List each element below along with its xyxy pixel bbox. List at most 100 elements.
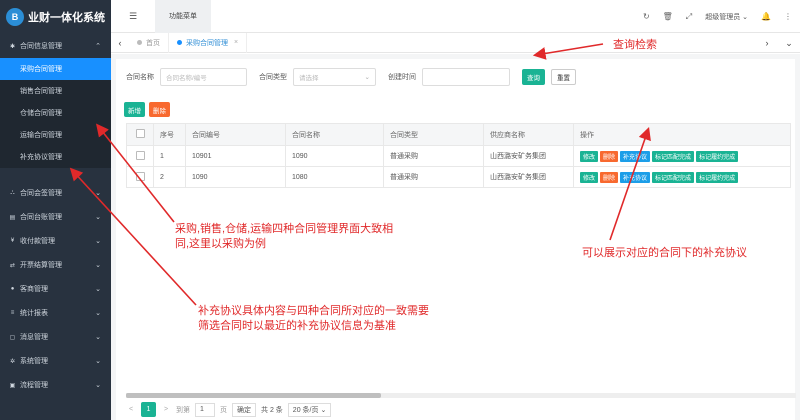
trash-icon[interactable]: 🗑 xyxy=(663,12,673,21)
delete-row-button[interactable]: 删除 xyxy=(600,171,619,183)
gear-icon: ✱ xyxy=(9,43,16,50)
row-checkbox[interactable] xyxy=(135,150,145,160)
sidebar-group-label: 开票结算管理 xyxy=(20,262,62,269)
menu-toggle-icon[interactable]: ☰ xyxy=(111,11,155,22)
sidebar-group-invoice[interactable]: ⇄ 开票结算管理 ⌄ xyxy=(0,253,111,277)
chevron-down-icon: ⌄ xyxy=(95,358,101,365)
sidebar-group-label: 收付款管理 xyxy=(20,238,55,245)
sidebar-item-purchase-contract[interactable]: 采购合同管理 xyxy=(0,58,111,80)
contract-name-cell: 1080 xyxy=(285,166,384,188)
tab-home[interactable]: 首页 xyxy=(129,32,169,53)
fullscreen-icon[interactable]: ⤢ xyxy=(686,12,692,22)
sidebar-group-label: 合同台账管理 xyxy=(20,214,62,221)
goto-page-input[interactable]: 1 xyxy=(195,402,215,417)
page-unit-label: 页 xyxy=(220,406,227,414)
sidebar-item-storage-contract[interactable]: 仓储合同管理 xyxy=(0,102,111,124)
chevron-down-icon: ⌄ xyxy=(95,334,101,341)
table-header-row: 序号 合同编号 合同名称 合同类型 供应商名称 操作 xyxy=(126,123,791,146)
sitemap-icon: ⛬ xyxy=(10,189,15,196)
supplement-agreement-button[interactable]: 补充协议 xyxy=(620,171,651,183)
logo: B 业财一体化系统 xyxy=(0,0,111,34)
sidebar-item-supplement-agreement[interactable]: 补充协议管理 xyxy=(0,146,111,168)
sidebar-group-countersign[interactable]: ⛬ 合同会签管理 ⌄ xyxy=(0,181,111,205)
yen-icon: ¥ xyxy=(10,238,15,244)
contract-type-placeholder: 请选择 xyxy=(299,75,319,82)
delete-button[interactable]: 删除 xyxy=(149,102,170,117)
search-button[interactable]: 查询 xyxy=(522,69,545,85)
contract-type-label: 合同类型 xyxy=(259,74,287,81)
app-title: 业财一体化系统 xyxy=(28,12,105,24)
bell-icon[interactable]: 🔔 xyxy=(761,12,771,21)
contract-name-input[interactable]: 合同名称/编号 xyxy=(160,68,247,86)
add-button[interactable]: 新增 xyxy=(124,102,145,117)
edit-button[interactable]: 修改 xyxy=(580,171,599,183)
contract-table: 序号 合同编号 合同名称 合同类型 供应商名称 操作 1 10901 1090 … xyxy=(126,123,791,188)
contract-code-link[interactable]: 10901 xyxy=(185,145,286,167)
tab-dot-icon xyxy=(177,40,182,45)
clipboard-icon: ▣ xyxy=(9,382,16,389)
sidebar-group-contract-info[interactable]: ✱ 合同信息管理 ⌃ xyxy=(0,34,111,58)
chevron-down-icon: ⌄ xyxy=(95,190,101,197)
row-checkbox[interactable] xyxy=(135,171,145,181)
create-time-input[interactable] xyxy=(422,68,510,86)
prev-page-icon[interactable]: < xyxy=(126,406,136,413)
goto-label: 到第 xyxy=(176,406,190,414)
refresh-icon[interactable]: ↻ xyxy=(643,12,650,21)
select-all-checkbox[interactable] xyxy=(135,129,145,138)
sidebar-group-label: 系统管理 xyxy=(20,358,48,365)
mark-matched-button[interactable]: 标记匹配完成 xyxy=(652,150,695,162)
contract-type-select[interactable]: 请选择 ⌄ xyxy=(293,68,376,86)
chevron-down-icon[interactable]: ⌄ xyxy=(778,38,800,49)
annotation-search: 查询检索 xyxy=(613,39,657,51)
sidebar-group-label: 客商管理 xyxy=(20,286,48,293)
more-icon[interactable]: ⋮ xyxy=(784,12,792,21)
close-icon[interactable]: × xyxy=(234,39,238,46)
book-icon: ▤ xyxy=(9,214,16,221)
contract-name-label: 合同名称 xyxy=(126,74,154,81)
supplement-agreement-button[interactable]: 补充协议 xyxy=(620,150,651,162)
next-page-icon[interactable]: > xyxy=(161,406,171,413)
sidebar-group-reports[interactable]: ≡ 统计报表 ⌄ xyxy=(0,301,111,325)
page-number-button[interactable]: 1 xyxy=(141,402,156,417)
sidebar-group-messages[interactable]: ▢ 消息管理 ⌄ xyxy=(0,325,111,349)
delete-row-button[interactable]: 删除 xyxy=(600,150,619,162)
chevron-down-icon: ⌄ xyxy=(95,214,101,221)
sidebar-group-ledger[interactable]: ▤ 合同台账管理 ⌄ xyxy=(0,205,111,229)
mark-fulfilled-button[interactable]: 标记履约完成 xyxy=(696,150,739,162)
tab-bar-right: › ⌄ xyxy=(756,33,800,53)
page-size-select[interactable]: 20 条/页 ⌄ xyxy=(287,402,332,417)
tab-scroll-left-icon[interactable]: ‹ xyxy=(111,38,129,48)
sidebar-item-sales-contract[interactable]: 销售合同管理 xyxy=(0,80,111,102)
mark-matched-button[interactable]: 标记匹配完成 xyxy=(652,171,695,183)
column-header: 序号 xyxy=(153,123,186,146)
sidebar-group-system[interactable]: ✲ 系统管理 ⌄ xyxy=(0,349,111,373)
actions-cell: 修改 删除 补充协议 标记匹配完成 标记履约完成 xyxy=(573,145,791,167)
sidebar-group-label: 统计报表 xyxy=(20,310,48,317)
chevron-down-icon: ⌄ xyxy=(95,262,101,269)
edit-button[interactable]: 修改 xyxy=(580,150,599,162)
chevron-up-icon: ⌃ xyxy=(95,43,101,50)
horizontal-scrollbar[interactable] xyxy=(126,393,796,398)
sidebar-group-payment[interactable]: ¥ 收付款管理 ⌄ xyxy=(0,229,111,253)
sidebar-group-workflow[interactable]: ▣ 流程管理 ⌄ xyxy=(0,373,111,397)
mark-fulfilled-button[interactable]: 标记履约完成 xyxy=(696,171,739,183)
message-icon: ▢ xyxy=(9,334,16,341)
column-header: 合同编号 xyxy=(185,123,286,146)
tab-scroll-right-icon[interactable]: › xyxy=(756,38,778,48)
chevron-down-icon: ⌄ xyxy=(95,286,101,293)
annotation-show-supplement: 可以展示对应的合同下的补充协议 xyxy=(582,247,747,259)
user-menu[interactable]: 超级管理员 ⌄ xyxy=(705,12,748,22)
contract-type-cell: 普通采购 xyxy=(383,145,484,167)
reset-button[interactable]: 重置 xyxy=(551,69,576,85)
column-header: 操作 xyxy=(573,123,791,146)
function-menu-tab[interactable]: 功能菜单 xyxy=(155,0,211,33)
tab-bar: ‹ 首页 采购合同管理 × › ⌄ xyxy=(111,32,800,53)
contract-code-link[interactable]: 1090 xyxy=(185,166,286,188)
actions-cell: 修改 删除 补充协议 标记匹配完成 标记履约完成 xyxy=(573,166,791,188)
tab-purchase-contract[interactable]: 采购合同管理 × xyxy=(169,32,248,53)
goto-confirm-button[interactable]: 确定 xyxy=(232,402,256,417)
sidebar-group-customer[interactable]: ● 客商管理 ⌄ xyxy=(0,277,111,301)
scrollbar-thumb[interactable] xyxy=(126,393,381,398)
sidebar-item-transport-contract[interactable]: 运输合同管理 xyxy=(0,124,111,146)
tab-label: 采购合同管理 xyxy=(186,39,228,47)
